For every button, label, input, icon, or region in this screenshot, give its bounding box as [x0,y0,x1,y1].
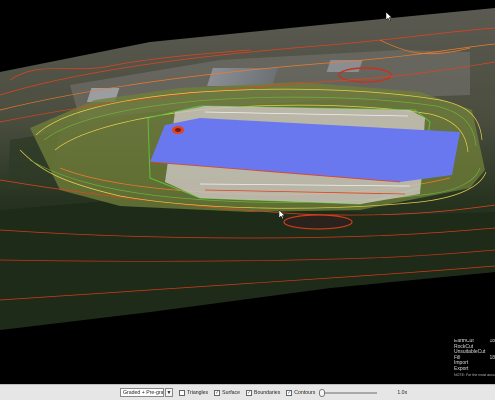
checkbox-label: Surface [222,389,241,396]
terrain-scene[interactable] [0,0,495,384]
3d-viewport[interactable]: EarthCut 18 RockCut UnsuitableCut Fill 18 … [0,0,495,384]
surface-checkbox[interactable]: ✓ Surface [214,389,241,396]
cursor-icon [279,210,285,219]
checkbox-box[interactable] [179,389,185,396]
drainage-basin [283,214,353,230]
legend-value: 18 [489,354,495,361]
checkbox-label: Contours [294,389,316,396]
view-toolbar: Graded + Pre-graded Rock ▼ Triangles ✓ S… [0,384,495,400]
zoom-level: 1.0x [397,389,408,396]
checkbox-label: Boundaries [254,389,281,396]
slider-track[interactable] [319,391,378,394]
slider-thumb[interactable] [319,388,326,397]
legend-label: Export [454,365,469,372]
legend-note: NOTE: For the most accu [454,372,495,377]
volume-legend: EarthCut 18 RockCut UnsuitableCut Fill 18 … [454,339,495,378]
forest-area [0,200,495,330]
check-icon[interactable]: ✓ [286,389,293,396]
checkbox-label: Triangles [187,389,209,396]
boundaries-checkbox[interactable]: ✓ Boundaries [246,389,281,396]
triangles-checkbox[interactable]: Triangles [179,389,209,396]
contours-checkbox[interactable]: ✓ Contours [286,389,316,396]
check-icon[interactable]: ✓ [246,389,253,396]
legend-value: 18 [489,339,495,344]
exaggeration-slider[interactable] [319,388,378,397]
surface-select[interactable]: Graded + Pre-graded Rock [120,388,164,397]
check-icon[interactable]: ✓ [214,389,221,396]
pad-marker [175,128,181,132]
cursor-icon [386,12,392,21]
chevron-down-icon[interactable]: ▼ [165,388,173,397]
